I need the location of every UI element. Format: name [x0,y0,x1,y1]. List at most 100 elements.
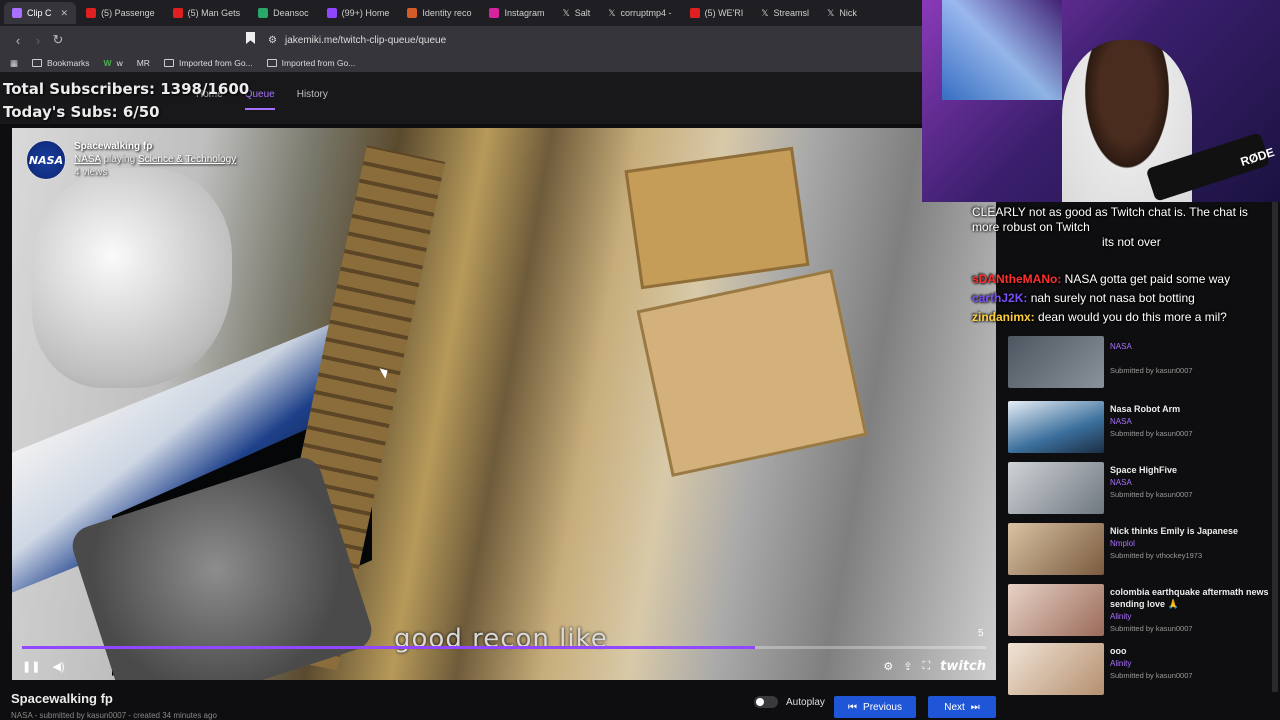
clip-info: NASA Spacewalking fp NASA playing Scienc… [26,140,236,180]
previous-label: Previous [863,701,902,713]
bookmark-imported-1[interactable]: Imported from Go... [163,58,253,68]
next-label: Next [944,701,965,713]
chat-overlay: CLEARLY not as good as Twitch chat is. T… [972,205,1262,325]
autoplay-control[interactable]: Autoplay [754,696,825,708]
chat-message: carthJ2K: nah surely not nasa bot bottin… [972,291,1262,306]
volume-icon[interactable]: ◀) [52,660,64,673]
clip-thumbnail [1008,584,1104,636]
nasa-logo-icon[interactable]: NASA [26,140,66,180]
settings-icon[interactable]: ⚙ [883,660,893,673]
chat-message: sDANtheMANo: NASA gotta get paid some wa… [972,272,1262,287]
url-field[interactable]: ⚙ jakemiki.me/twitch-clip-queue/queue [268,29,446,51]
share-icon[interactable]: ⇪ [903,660,912,673]
chat-text: nah surely not nasa bot botting [1030,291,1195,305]
queue-item[interactable]: Nasa Robot Arm NASA Submitted by kasun00… [1008,401,1278,453]
tab-identity[interactable]: Identity reco [399,2,479,24]
tab-streams[interactable]: 𝕏 Streamsl [753,2,817,24]
folder-icon [266,59,277,67]
next-button[interactable]: Next ⏭ [928,696,996,718]
queue-item[interactable]: NASA Submitted by kasun0007 [1008,336,1278,388]
queue-submitter: Submitted by kasun0007 [1110,671,1193,680]
tab-were[interactable]: (5) WE'RI [682,2,752,24]
queue-title: Nick thinks Emily is Japanese [1110,526,1239,536]
bookmark-imported-2[interactable]: Imported from Go... [266,58,356,68]
tab-label: corruptmp4 - [620,8,672,18]
x-favicon-icon: 𝕏 [827,7,835,18]
autoplay-toggle[interactable] [754,696,778,708]
site-favicon-icon [407,8,418,18]
tab-nick[interactable]: 𝕏 Nick [819,2,865,24]
tab-instagram[interactable]: Instagram [481,2,552,24]
chat-message: CLEARLY not as good as Twitch chat is. T… [972,205,1262,235]
w-logo-icon: W [103,58,112,68]
youtube-favicon-icon [86,8,97,18]
bookmark-w[interactable]: Ww [104,58,123,68]
tab-label: Nick [839,8,857,18]
tab-man-gets[interactable]: (5) Man Gets [165,2,249,24]
bookmark-label: Bookmarks [47,58,90,68]
queue-channel: NASA [1110,417,1132,426]
queue-submitter: Submitted by kasun0007 [1110,429,1193,438]
channel-link[interactable]: NASA [74,154,101,165]
fullscreen-icon[interactable]: ⛶ [922,660,930,673]
queue-item[interactable]: ooo Alinity Submitted by kasun0007 [1008,643,1278,695]
forward-icon[interactable]: › [28,33,48,48]
apps-grid-icon[interactable]: ▦ [10,58,18,69]
tab-label: (99+) Home [341,8,390,18]
queue-channel: Alinity [1110,612,1132,621]
twitch-favicon-icon [12,8,22,18]
nav-history[interactable]: History [297,89,328,110]
tab-clip-queue[interactable]: Clip C ✕ [4,2,77,24]
previous-button[interactable]: ⏮ Previous [834,696,916,718]
tab-salt[interactable]: 𝕏 Salt [554,2,598,24]
progress-fill [22,646,755,649]
chat-text: dean would you do this more a mil? [1038,310,1227,324]
bookmark-label: Imported from Go... [281,58,356,68]
tab-corruptmp4[interactable]: 𝕏corruptmp4 - [600,2,679,24]
folder-icon [163,59,174,67]
category-link[interactable]: Science & Technology [138,154,236,165]
clip-thumbnail [1008,401,1104,453]
chat-username[interactable]: zindanimx: [972,310,1035,324]
browser-tab-bar: Clip C ✕ (5) Passenge (5) Man Gets Deans… [0,0,922,26]
back-icon[interactable]: ‹ [8,33,28,48]
chat-message: its not over [972,235,1262,250]
site-info-icon[interactable]: ⚙ [268,35,277,46]
queue-channel: Nmplol [1110,539,1135,548]
footer-clip-title: Spacewalking fp [11,691,113,706]
player-controls: ❚❚ ◀) ⚙ ⇪ ⛶ twitch [12,656,996,676]
bookmark-mr[interactable]: MR [137,58,150,68]
twitch-logo[interactable]: twitch [940,659,986,674]
playing-text: playing [103,154,136,165]
tab-label: Identity reco [422,8,472,18]
queue-item[interactable]: Space HighFive NASA Submitted by kasun00… [1008,462,1278,514]
tab-label: Salt [574,8,591,18]
tab-home[interactable]: (99+) Home [319,2,398,24]
pause-icon[interactable]: ❚❚ [22,660,40,673]
x-favicon-icon: 𝕏 [608,7,616,18]
video-frame [12,128,996,680]
footer-clip-meta: NASA - submitted by kasun0007 - created … [11,711,217,720]
queue-item[interactable]: colombia earthquake aftermath news sendi… [1008,584,1278,636]
webcam-overlay: RØDE [922,0,1280,202]
station-panel [636,269,868,477]
wall-art [942,0,1062,100]
reload-icon[interactable]: ↻ [48,32,68,48]
tab-label: (5) Passenge [101,8,155,18]
clip-title[interactable]: Spacewalking fp [74,140,236,153]
bookmark-bookmarks[interactable]: Bookmarks [32,58,90,68]
tab-deansoc[interactable]: Deansoc [250,2,317,24]
clip-player[interactable]: NASA Spacewalking fp NASA playing Scienc… [12,128,996,680]
chat-username[interactable]: sDANtheMANo: [972,272,1061,286]
queue-item[interactable]: Nick thinks Emily is Japanese Nmplol Sub… [1008,523,1278,575]
folder-icon [32,59,43,67]
progress-bar[interactable] [22,646,986,649]
address-bar: ‹ › ↻ ⚙ jakemiki.me/twitch-clip-queue/qu… [0,26,922,54]
close-icon[interactable]: ✕ [61,8,69,19]
tab-passenger[interactable]: (5) Passenge [78,2,163,24]
queue-channel: NASA [1110,342,1132,351]
total-subs-text: Total Subscribers: 1398/1600 [3,80,250,98]
queue-submitter: Submitted by kasun0007 [1110,490,1193,499]
chat-username[interactable]: carthJ2K: [972,291,1027,305]
station-panel [624,146,810,290]
